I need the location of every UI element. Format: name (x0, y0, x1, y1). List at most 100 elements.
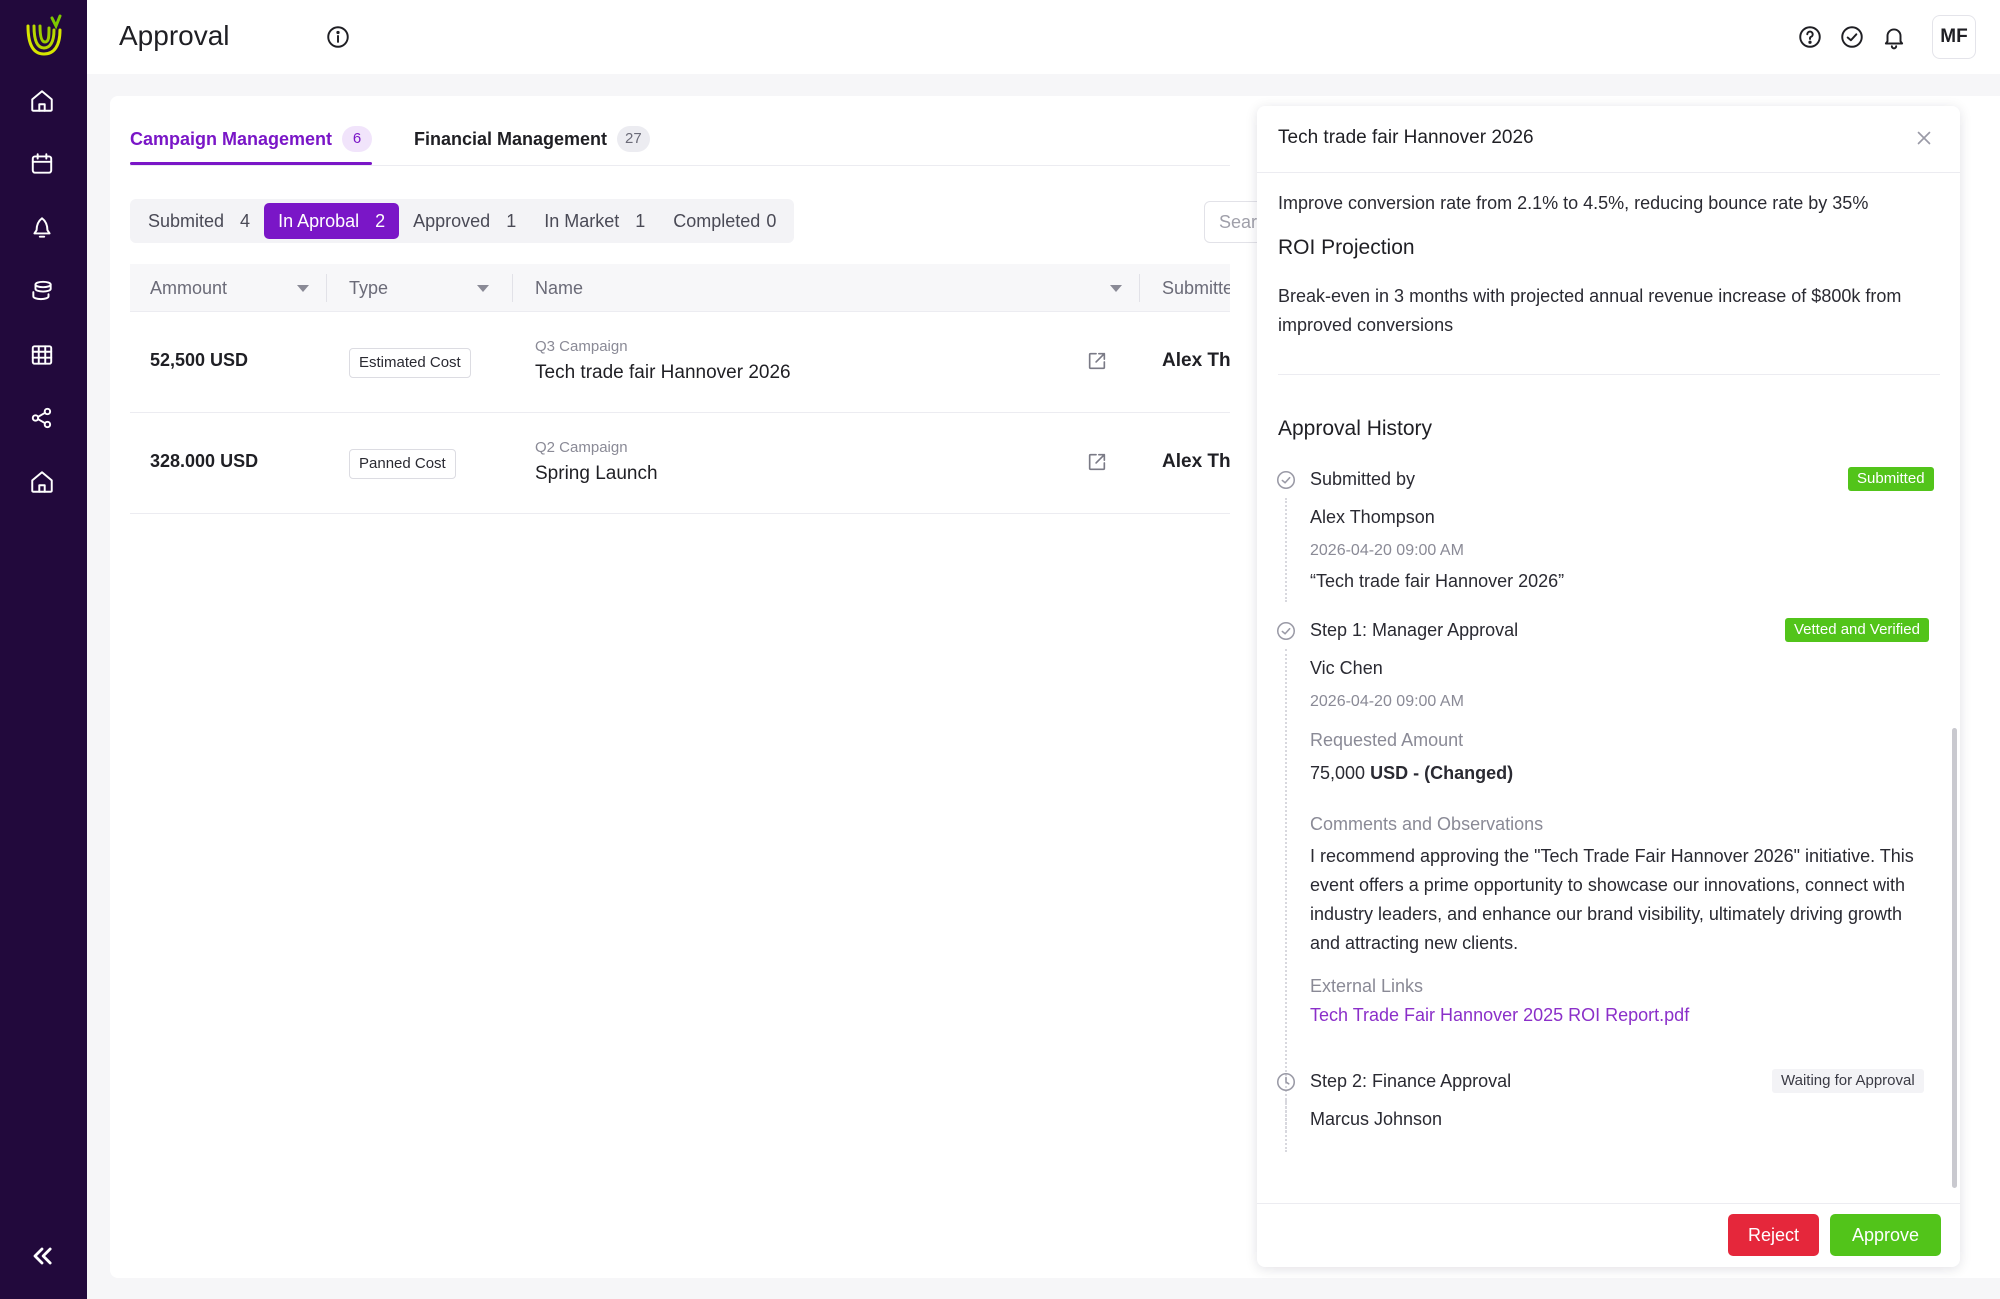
footer-divider (1257, 1203, 1960, 1204)
roi-text-line: improved conversions (1278, 315, 1454, 335)
type-badge: Estimated Cost (349, 348, 471, 378)
cell-amount: 328.000 USD (150, 451, 259, 471)
column-separator (512, 274, 513, 302)
roi-report-link[interactable]: Tech Trade Fair Hannover 2025 ROI Report… (1310, 1005, 1689, 1026)
approve-button[interactable]: Approve (1830, 1214, 1941, 1256)
check-circle-icon (1275, 620, 1297, 642)
brand-logo[interactable] (22, 12, 66, 58)
tab-count-badge: 27 (617, 126, 650, 152)
tab-count-badge: 6 (342, 126, 373, 152)
step-date: 2026-04-20 09:00 AM (1310, 542, 1464, 559)
requested-amount-value: 75,000 USD - (Changed) (1310, 763, 1514, 783)
check-circle-icon (1275, 469, 1297, 491)
info-icon[interactable] (325, 24, 351, 50)
step-title: Step 2: Finance Approval (1310, 1071, 1512, 1091)
home-icon[interactable] (28, 87, 56, 115)
sort-caret-icon (477, 285, 489, 292)
table-row[interactable]: 52,500 USD Estimated Cost Q3 Campaign Te… (130, 312, 1230, 413)
sort-caret-icon (297, 285, 309, 292)
step-title: Submitted by (1310, 469, 1416, 489)
status-filter-group: Submited 4 In Aprobal 2 Approved 1 In Ma… (130, 199, 795, 243)
sort-caret-icon (1110, 285, 1122, 292)
cell-campaign: Q2 Campaign (535, 439, 628, 456)
external-links-label: External Links (1310, 976, 1424, 996)
comments-label: Comments and Observations (1310, 814, 1544, 834)
roi-text-line: Break-even in 3 months with projected an… (1278, 286, 1902, 306)
status-badge: Vetted and Verified (1785, 618, 1929, 642)
filter-count: 1 (635, 210, 646, 231)
step-date: 2026-04-20 09:00 AM (1310, 693, 1464, 710)
sidebar (0, 0, 87, 1299)
tab-label: Financial Management (414, 128, 608, 149)
filter-count: 0 (766, 210, 777, 231)
column-header-submitter[interactable]: Submitter (1162, 264, 1230, 312)
filter-completed[interactable]: Completed 0 (659, 203, 790, 239)
user-avatar[interactable]: MF (1932, 15, 1976, 59)
check-circle-icon[interactable] (1839, 24, 1865, 50)
campaign-icon[interactable] (28, 214, 56, 242)
filter-count: 2 (375, 210, 386, 231)
column-header-name[interactable]: Name (535, 264, 1135, 312)
drawer-title: Tech trade fair Hannover 2026 (1278, 127, 1534, 148)
filter-submitted[interactable]: Submited 4 (134, 203, 264, 239)
section-divider (1278, 374, 1940, 375)
filter-count: 1 (506, 210, 517, 231)
filter-label: In Market (544, 210, 620, 231)
filter-in-market[interactable]: In Market 1 (530, 203, 659, 239)
calendar-icon[interactable] (28, 150, 56, 178)
column-separator (326, 274, 327, 302)
step-person: Vic Chen (1310, 658, 1383, 678)
comment-line: event offers a prime opportunity to show… (1310, 875, 1906, 895)
cell-campaign: Q3 Campaign (535, 338, 628, 355)
column-header-amount[interactable]: Ammount (150, 264, 309, 312)
timeline-connector (1285, 649, 1287, 1132)
filter-label: Completed (673, 210, 761, 231)
budget-icon[interactable] (28, 277, 56, 305)
clock-icon (1275, 1071, 1297, 1093)
type-badge: Panned Cost (349, 449, 456, 479)
approval-table: Ammount Type Name Submitter 52,500 USD E… (130, 264, 1230, 514)
step-title: Step 1: Manager Approval (1310, 620, 1519, 640)
comment-line: and attracting new clients. (1310, 933, 1519, 953)
column-header-type[interactable]: Type (349, 264, 499, 312)
status-badge: Submitted (1848, 467, 1934, 491)
tabs-divider (130, 165, 1230, 166)
step-person: Alex Thompson (1310, 507, 1435, 527)
tab-financial-management[interactable]: Financial Management 27 (414, 124, 650, 154)
external-link-icon[interactable] (1086, 350, 1108, 372)
step-quote: “Tech trade fair Hannover 2026” (1310, 571, 1565, 591)
approval-detail-drawer: Tech trade fair Hannover 2026 Improve co… (1257, 106, 1960, 1267)
drawer-scrollbar[interactable] (1952, 728, 1957, 1188)
collapse-sidebar-icon[interactable] (28, 1242, 56, 1270)
filter-label: Approved (413, 210, 491, 231)
filter-in-approval[interactable]: In Aprobal 2 (264, 203, 400, 239)
reject-button[interactable]: Reject (1728, 1214, 1819, 1256)
tab-campaign-management[interactable]: Campaign Management 6 (130, 124, 373, 154)
table-icon[interactable] (28, 341, 56, 369)
tab-label: Campaign Management (130, 128, 333, 149)
cell-name: Spring Launch (535, 463, 658, 484)
table-row[interactable]: 328.000 USD Panned Cost Q2 Campaign Spri… (130, 413, 1230, 514)
objective-text: Improve conversion rate from 2.1% to 4.5… (1278, 193, 1869, 213)
help-icon[interactable] (1797, 24, 1823, 50)
requested-amount-label: Requested Amount (1310, 730, 1464, 750)
column-separator (1139, 274, 1140, 302)
timeline-connector (1285, 1100, 1287, 1152)
top-header: Approval MF (87, 0, 2000, 74)
share-nodes-icon[interactable] (28, 404, 56, 432)
timeline-connector (1285, 498, 1287, 602)
step-person: Marcus Johnson (1310, 1109, 1443, 1129)
cell-name: Tech trade fair Hannover 2026 (535, 362, 791, 383)
external-link-icon[interactable] (1086, 451, 1108, 473)
filter-count: 4 (240, 210, 251, 231)
cell-submitter: Alex Thom (1162, 350, 1230, 371)
table-header: Ammount Type Name Submitter (130, 264, 1230, 312)
approval-history-heading: Approval History (1278, 417, 1433, 440)
roi-heading: ROI Projection (1278, 236, 1415, 259)
store-icon[interactable] (28, 468, 56, 496)
filter-approved[interactable]: Approved 1 (399, 203, 530, 239)
status-badge: Waiting for Approval (1772, 1069, 1924, 1093)
cell-submitter: Alex Thom (1162, 451, 1230, 472)
close-icon[interactable] (1913, 127, 1935, 149)
bell-icon[interactable] (1881, 24, 1907, 50)
